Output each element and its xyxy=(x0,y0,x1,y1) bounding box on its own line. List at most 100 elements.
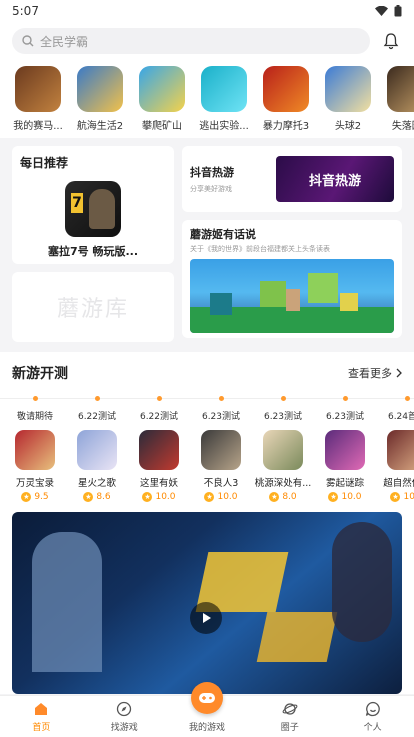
tab-home[interactable]: 首页 xyxy=(0,696,83,737)
star-icon: ★ xyxy=(390,492,401,502)
daily-game-icon: 7 xyxy=(65,181,121,237)
section-title: 新游开测 xyxy=(12,366,68,382)
featured-video[interactable] xyxy=(12,512,402,694)
play-icon[interactable] xyxy=(190,602,222,634)
timeline-game-item[interactable]: 6.24首发超自然侦探 ★10.0 xyxy=(376,394,414,502)
test-date: 6.22测试 xyxy=(139,412,179,422)
chevron-right-icon xyxy=(396,368,402,378)
game-icon xyxy=(139,66,185,112)
talk-subtitle: 关于《我的世界》前段台福建都关上头条读表 xyxy=(190,245,330,253)
game-icon xyxy=(139,430,179,470)
search-input[interactable]: 全民学霸 xyxy=(12,28,370,54)
timeline-dot xyxy=(94,396,100,401)
tab-find-games[interactable]: 找游戏 xyxy=(83,696,166,737)
douyin-topic-card[interactable]: 抖音热游 分享美好游戏 抖音热游 xyxy=(182,146,402,212)
planet-icon xyxy=(281,700,299,718)
recent-game-item[interactable]: 我的赛马... xyxy=(10,66,66,138)
game-icon xyxy=(387,430,414,470)
feature-cards: 每日推荐 7 塞拉7号 畅玩版... 蘑游库 抖音热游 分享美好游戏 抖音热游 … xyxy=(0,138,414,350)
game-name: 雾起谜踪 xyxy=(325,478,364,489)
timeline-game-item[interactable]: 6.23测试 不良人3 ★ 10.0 xyxy=(190,394,252,502)
moyouji-talk-card[interactable]: 蘑游姬有话说 关于《我的世界》前段台福建都关上头条读表 xyxy=(182,220,402,338)
star-icon: ★ xyxy=(21,492,32,502)
star-icon: ★ xyxy=(269,492,280,502)
talk-title: 蘑游姬有话说 xyxy=(190,228,256,241)
timeline-dot xyxy=(32,396,38,401)
game-icon xyxy=(201,430,241,470)
game-icon xyxy=(325,66,371,112)
recent-game-item[interactable]: 失落园1 xyxy=(382,66,414,138)
score-value: 10.0 xyxy=(217,492,238,502)
timeline-game-item[interactable]: 敬请期待 万灵宝录 ★ 9.5 xyxy=(4,394,66,502)
star-icon: ★ xyxy=(328,492,339,502)
tab-find-games-label: 找游戏 xyxy=(110,723,138,733)
topic-title: 抖音热游 xyxy=(190,166,234,179)
test-date: 6.23测试 xyxy=(325,412,365,422)
recent-game-item[interactable]: 暴力摩托3 xyxy=(258,66,314,138)
score-value: 10.0 xyxy=(155,492,176,502)
tab-profile[interactable]: 个人 xyxy=(331,696,414,737)
game-score: ★10.0 xyxy=(142,492,176,502)
game-label: 失落园1 xyxy=(391,121,414,132)
wifi-icon xyxy=(375,6,388,16)
topic-banner: 抖音热游 xyxy=(276,156,394,202)
timeline-game-item[interactable]: 6.23测试 雾起谜踪 ★ 10.0 xyxy=(314,394,376,502)
compass-icon xyxy=(115,700,133,718)
status-bar: 5:07 xyxy=(0,0,414,22)
game-icon xyxy=(15,430,55,470)
game-score: ★10.0 xyxy=(390,492,414,502)
status-icons xyxy=(375,5,402,17)
game-name: 超自然侦探 xyxy=(383,478,414,489)
game-label: 逃出实验... xyxy=(199,121,249,132)
timeline-game-item[interactable]: 6.22测试 这里有妖 ★ 10.0 xyxy=(128,394,190,502)
recent-game-item[interactable]: 攀爬矿山 xyxy=(134,66,190,138)
chat-face-icon xyxy=(364,700,382,718)
video-section xyxy=(0,504,414,694)
game-label: 攀爬矿山 xyxy=(142,121,182,132)
daily-recommend-card[interactable]: 每日推荐 7 塞拉7号 畅玩版... xyxy=(12,146,174,264)
timeline-dot xyxy=(280,396,286,401)
search-row: 全民学霸 xyxy=(0,22,414,60)
notification-bell-icon[interactable] xyxy=(380,30,402,52)
battery-icon xyxy=(394,5,402,17)
topic-banner-text: 抖音热游 xyxy=(308,173,361,189)
recent-game-item[interactable]: 头球2 xyxy=(320,66,376,138)
game-icon xyxy=(263,430,303,470)
game-icon xyxy=(15,66,61,112)
game-name: 万灵宝录 xyxy=(15,478,54,489)
new-games-section-header: 新游开测 查看更多 xyxy=(0,352,414,394)
timeline-game-item[interactable]: 6.23测试 桃源深处有... ★ 8.0 xyxy=(252,394,314,502)
game-icon xyxy=(201,66,247,112)
search-placeholder: 全民学霸 xyxy=(40,34,89,49)
tab-circle-label: 圈子 xyxy=(280,723,299,733)
star-icon: ★ xyxy=(142,492,153,502)
bottom-tab-bar: 首页 找游戏 我的游戏 圈子 个人 xyxy=(0,682,414,737)
daily-game-name: 塞拉7号 畅玩版... xyxy=(47,245,139,258)
test-date: 敬请期待 xyxy=(16,412,53,422)
game-name: 这里有妖 xyxy=(139,478,178,489)
game-score: ★10.0 xyxy=(328,492,362,502)
tab-circle[interactable]: 圈子 xyxy=(248,696,331,737)
view-more-link[interactable]: 查看更多 xyxy=(348,365,402,381)
timeline-dot xyxy=(342,396,348,401)
recent-game-item[interactable]: 航海生活2 xyxy=(72,66,128,138)
score-value: 10.0 xyxy=(341,492,362,502)
game-label: 我的赛马... xyxy=(13,121,63,132)
recent-game-item[interactable]: 逃出实验... xyxy=(196,66,252,138)
tab-profile-label: 个人 xyxy=(363,723,382,733)
view-more-label: 查看更多 xyxy=(348,367,392,380)
test-date: 6.24首发 xyxy=(387,412,414,422)
tab-my-games[interactable]: 我的游戏 xyxy=(166,682,249,737)
game-icon xyxy=(77,66,123,112)
brand-logo: 蘑游库 xyxy=(56,297,129,322)
game-icon xyxy=(325,430,365,470)
timeline-game-item[interactable]: 6.22测试 星火之歌 ★ 8.6 xyxy=(66,394,128,502)
star-icon: ★ xyxy=(83,492,94,502)
tab-home-label: 首页 xyxy=(32,723,51,733)
gamepad-icon xyxy=(190,682,223,714)
game-score: ★ 8.6 xyxy=(83,492,111,502)
new-games-timeline: 敬请期待 万灵宝录 ★ 9.5 6.22测试 星火之歌 ★ 8.6 6.22测试 这里有妖 ★ 10.… xyxy=(0,394,414,504)
game-label: 头球2 xyxy=(334,121,362,132)
timeline-dot xyxy=(218,396,224,401)
talk-banner-image xyxy=(190,259,394,333)
